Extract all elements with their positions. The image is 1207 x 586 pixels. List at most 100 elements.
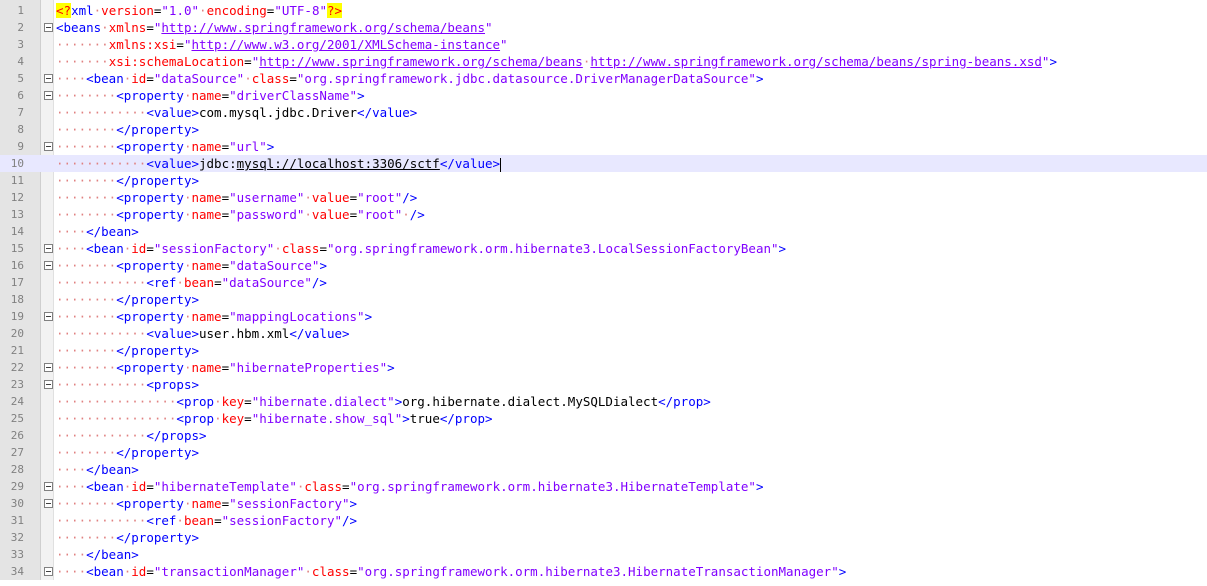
code-token: = [214,275,222,290]
code-line[interactable]: 20 ············<value>user.hbm.xml</value… [0,325,1207,342]
code-line[interactable]: 26 ············</props> [0,427,1207,444]
code-line[interactable]: 8 ········</property> [0,121,1207,138]
code-line[interactable]: 33 ····</bean> [0,546,1207,563]
code-line[interactable]: 13 ········<property·name="password"·valu… [0,206,1207,223]
fold-toggle-icon[interactable] [43,376,53,393]
code-token: > [349,496,358,511]
fold-toggle-icon[interactable] [43,257,53,274]
line-number: 13 [10,208,24,221]
code-text: ············<ref·bean="dataSource"/> [56,274,327,291]
code-text: ····<bean·id="transactionManager"·class=… [56,563,846,580]
code-line[interactable]: 3 ·······xmlns:xsi= "http://www.w3.org/200… [0,36,1207,53]
code-token: "hibernate.show_sql" [251,411,403,426]
line-number: 9 [17,140,24,153]
code-token: name [191,258,222,273]
code-token: xsi:schemaLocation [108,54,245,69]
fold-toggle-icon[interactable] [43,495,53,512]
code-line[interactable]: 7 ············<value>com.mysql.jdbc.Drive… [0,104,1207,121]
fold-toggle-icon[interactable] [43,19,53,36]
code-line[interactable]: 5 ····<bean·id="dataSource"·class="org.sp… [0,70,1207,87]
code-line[interactable]: 32 ········</property> [0,529,1207,546]
code-token: <bean [86,71,124,86]
code-line[interactable]: 17 ············<ref·bean="dataSource"/> [0,274,1207,291]
code-token: "org.springframework.jdbc.datasource.Dri… [296,71,756,86]
fold-toggle-icon[interactable] [43,308,53,325]
fold-toggle-icon[interactable] [43,240,53,257]
code-line[interactable]: 30 ········<property·name="sessionFactory… [0,495,1207,512]
fold-toggle-icon[interactable] [43,359,53,376]
code-token: encoding [206,3,267,18]
fold-toggle-icon[interactable] [43,478,53,495]
code-text: ····<bean·id="hibernateTemplate"·class="… [56,478,764,495]
code-token: <property [116,139,184,154]
code-line[interactable]: 2 <beans·xmlns= "http://www.springframewor… [0,19,1207,36]
code-token: = [221,190,230,205]
code-token: <prop [176,411,215,426]
code-token: ···· [56,462,87,477]
code-line[interactable]: 34 ····<bean·id="transactionManager"·clas… [0,563,1207,580]
fold-toggle-icon[interactable] [43,563,53,580]
code-token: "transactionManager" [153,564,305,579]
code-line[interactable]: 28 ····</bean> [0,461,1207,478]
code-line[interactable]: 25 ················<prop·key="hibernate.s… [0,410,1207,427]
line-number: 28 [10,463,24,476]
code-line[interactable]: 23 ············<props> [0,376,1207,393]
code-token: <property [116,88,184,103]
fold-toggle-icon[interactable] [43,70,53,87]
code-text: ················<prop·key="hibernate.dia… [56,393,711,410]
line-number: 18 [10,293,24,306]
code-line[interactable]: 31 ············<ref·bean="sessionFactory"… [0,512,1207,529]
code-line[interactable]: 16 ········<property·name="dataSource"> [0,257,1207,274]
code-token: ···· [56,224,87,239]
code-token: value [311,207,350,222]
code-line[interactable]: 9 ········<property·name="url"> [0,138,1207,155]
code-line[interactable]: 12 ········<property·name="username"·valu… [0,189,1207,206]
code-token: name [191,207,222,222]
code-line[interactable]: 18 ········</property> [0,291,1207,308]
code-line[interactable]: 11 ········</property> [0,172,1207,189]
fold-toggle-icon[interactable] [43,87,53,104]
code-line[interactable]: 29 ····<bean·id="hibernateTemplate"·class… [0,478,1207,495]
code-token: "org.springframework.orm.hibernate3.Loca… [327,241,779,256]
code-line[interactable]: 1 <?xml·version="1.0"·encoding="UTF-8"?> [0,2,1207,19]
code-line[interactable]: 14 ····</bean> [0,223,1207,240]
code-token: ······· [56,37,109,52]
code-token: "password" [229,207,305,222]
code-line[interactable]: 15 ····<bean·id="sessionFactory"·class="o… [0,240,1207,257]
code-token: = [146,20,154,35]
code-token: http://www.springframework.org/schema/be… [161,20,485,35]
current-code-line[interactable]: 10 ············<value>jdbc:mysql://localh… [0,155,1207,172]
code-token: = [289,71,297,86]
code-token: ···· [56,564,87,579]
code-line[interactable]: 6 ········<property·name="driverClassName… [0,87,1207,104]
code-token: key [221,394,245,409]
code-token: = [221,207,230,222]
code-line[interactable]: 22 ········<property·name="hibernatePrope… [0,359,1207,376]
code-token: > [319,258,327,273]
code-token: = [244,54,252,69]
code-line[interactable]: 21 ········</property> [0,342,1207,359]
code-token: ?> [327,3,343,18]
code-token: "1.0" [161,3,200,18]
code-token: <? [56,3,72,18]
code-token: /> [342,513,358,528]
code-token: <property [116,207,184,222]
code-line[interactable]: 19 ········<property·name="mappingLocatio… [0,308,1207,325]
code-line[interactable]: 4 ·······xsi:schemaLocation="http://www.s… [0,53,1207,70]
code-text: ····</bean> [56,461,139,478]
code-text: <beans·xmlns= "http://www.springframework… [56,19,493,36]
code-token: · [304,190,312,205]
code-token: mysql://localhost:3306/sctf [236,156,440,171]
code-token: </bean> [86,547,139,562]
code-editor[interactable]: 1 <?xml·version="1.0"·encoding="UTF-8"?> 2… [0,0,1207,580]
code-token: xmlns [108,20,147,35]
code-area[interactable]: 1 <?xml·version="1.0"·encoding="UTF-8"?> 2… [0,2,1207,580]
code-text: ········</property> [56,291,199,308]
fold-toggle-icon[interactable] [43,138,53,155]
code-line[interactable]: 27 ········</property> [0,444,1207,461]
code-token: <bean [86,564,124,579]
code-text: ·······xsi:schemaLocation="http://www.sp… [56,53,1057,70]
code-token: name [191,190,222,205]
code-token: true [409,411,440,426]
code-line[interactable]: 24 ················<prop·key="hibernate.d… [0,393,1207,410]
